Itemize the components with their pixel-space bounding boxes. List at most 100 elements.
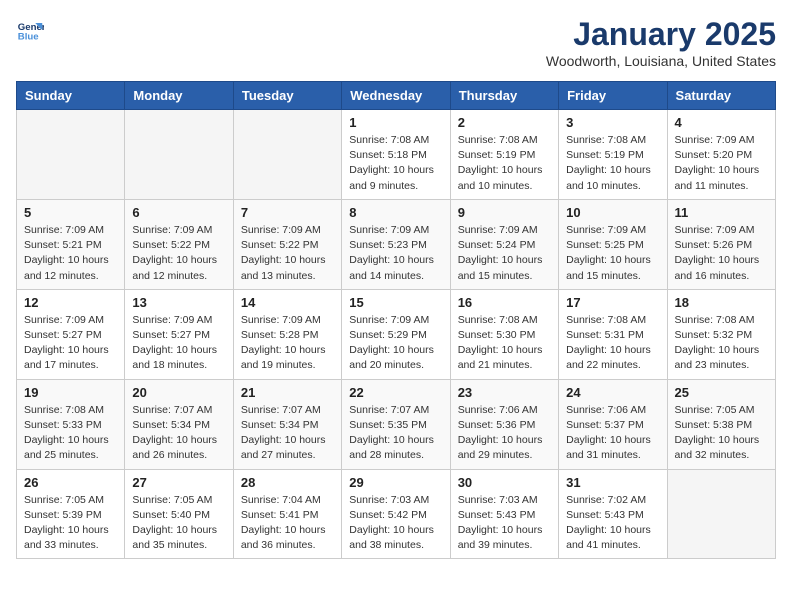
calendar-subtitle: Woodworth, Louisiana, United States [546,53,776,69]
logo: General Blue [16,16,44,44]
calendar-cell: 4 Sunrise: 7:09 AM Sunset: 5:20 PM Daylig… [667,110,775,200]
page-header: General Blue January 2025 Woodworth, Lou… [16,16,776,69]
calendar-cell: 16Sunrise: 7:08 AM Sunset: 5:30 PM Dayli… [450,289,558,379]
day-info: Sunrise: 7:04 AM Sunset: 5:41 PM Dayligh… [241,493,334,554]
day-info: Sunrise: 7:07 AM Sunset: 5:35 PM Dayligh… [349,403,442,464]
weekday-header: Saturday [667,82,775,110]
calendar-week-row: 1 Sunrise: 7:08 AM Sunset: 5:18 PM Daylig… [17,110,776,200]
day-number: 3 [566,115,659,130]
day-number: 5 [24,205,117,220]
day-info: Sunrise: 7:06 AM Sunset: 5:36 PM Dayligh… [458,403,551,464]
day-number: 7 [241,205,334,220]
day-number: 15 [349,295,442,310]
svg-text:Blue: Blue [18,32,39,43]
calendar-cell: 1 Sunrise: 7:08 AM Sunset: 5:18 PM Daylig… [342,110,450,200]
calendar-cell: 9Sunrise: 7:09 AM Sunset: 5:24 PM Daylig… [450,199,558,289]
day-number: 28 [241,475,334,490]
day-info: Sunrise: 7:09 AM Sunset: 5:21 PM Dayligh… [24,223,117,284]
day-info: Sunrise: 7:09 AM Sunset: 5:20 PM Dayligh… [675,133,768,194]
calendar-title: January 2025 [546,16,776,53]
day-info: Sunrise: 7:09 AM Sunset: 5:26 PM Dayligh… [675,223,768,284]
weekday-header: Monday [125,82,233,110]
day-number: 20 [132,385,225,400]
calendar-cell: 11 Sunrise: 7:09 AM Sunset: 5:26 PM Dayli… [667,199,775,289]
calendar-cell: 23 Sunrise: 7:06 AM Sunset: 5:36 PM Dayli… [450,379,558,469]
day-number: 23 [458,385,551,400]
calendar-cell: 28 Sunrise: 7:04 AM Sunset: 5:41 PM Dayli… [233,469,341,559]
calendar-cell: 12 Sunrise: 7:09 AM Sunset: 5:27 PM Dayli… [17,289,125,379]
calendar-cell [125,110,233,200]
day-info: Sunrise: 7:07 AM Sunset: 5:34 PM Dayligh… [241,403,334,464]
day-number: 21 [241,385,334,400]
day-info: Sunrise: 7:08 AM Sunset: 5:19 PM Dayligh… [458,133,551,194]
weekday-header-row: SundayMondayTuesdayWednesdayThursdayFrid… [17,82,776,110]
calendar-cell: 18Sunrise: 7:08 AM Sunset: 5:32 PM Dayli… [667,289,775,379]
day-info: Sunrise: 7:09 AM Sunset: 5:27 PM Dayligh… [132,313,225,374]
day-info: Sunrise: 7:09 AM Sunset: 5:29 PM Dayligh… [349,313,442,374]
weekday-header: Wednesday [342,82,450,110]
calendar-cell: 26 Sunrise: 7:05 AM Sunset: 5:39 PM Dayli… [17,469,125,559]
day-info: Sunrise: 7:08 AM Sunset: 5:19 PM Dayligh… [566,133,659,194]
calendar-table: SundayMondayTuesdayWednesdayThursdayFrid… [16,81,776,559]
day-number: 22 [349,385,442,400]
calendar-cell: 27Sunrise: 7:05 AM Sunset: 5:40 PM Dayli… [125,469,233,559]
day-number: 17 [566,295,659,310]
day-number: 19 [24,385,117,400]
calendar-cell: 24Sunrise: 7:06 AM Sunset: 5:37 PM Dayli… [559,379,667,469]
day-info: Sunrise: 7:02 AM Sunset: 5:43 PM Dayligh… [566,493,659,554]
calendar-cell: 19 Sunrise: 7:08 AM Sunset: 5:33 PM Dayli… [17,379,125,469]
day-info: Sunrise: 7:09 AM Sunset: 5:23 PM Dayligh… [349,223,442,284]
calendar-cell: 10Sunrise: 7:09 AM Sunset: 5:25 PM Dayli… [559,199,667,289]
day-number: 9 [458,205,551,220]
day-info: Sunrise: 7:09 AM Sunset: 5:22 PM Dayligh… [241,223,334,284]
day-info: Sunrise: 7:09 AM Sunset: 5:27 PM Dayligh… [24,313,117,374]
day-info: Sunrise: 7:08 AM Sunset: 5:33 PM Dayligh… [24,403,117,464]
weekday-header: Thursday [450,82,558,110]
calendar-cell: 7 Sunrise: 7:09 AM Sunset: 5:22 PM Daylig… [233,199,341,289]
calendar-cell [17,110,125,200]
day-number: 31 [566,475,659,490]
day-number: 8 [349,205,442,220]
day-number: 11 [675,205,768,220]
calendar-cell [667,469,775,559]
day-number: 2 [458,115,551,130]
calendar-cell: 29 Sunrise: 7:03 AM Sunset: 5:42 PM Dayli… [342,469,450,559]
day-info: Sunrise: 7:08 AM Sunset: 5:18 PM Dayligh… [349,133,442,194]
day-number: 1 [349,115,442,130]
day-info: Sunrise: 7:09 AM Sunset: 5:25 PM Dayligh… [566,223,659,284]
day-number: 12 [24,295,117,310]
day-info: Sunrise: 7:08 AM Sunset: 5:31 PM Dayligh… [566,313,659,374]
logo-icon: General Blue [16,16,44,44]
weekday-header: Friday [559,82,667,110]
day-info: Sunrise: 7:03 AM Sunset: 5:42 PM Dayligh… [349,493,442,554]
day-number: 24 [566,385,659,400]
title-block: January 2025 Woodworth, Louisiana, Unite… [546,16,776,69]
calendar-cell: 6 Sunrise: 7:09 AM Sunset: 5:22 PM Daylig… [125,199,233,289]
calendar-cell: 30Sunrise: 7:03 AM Sunset: 5:43 PM Dayli… [450,469,558,559]
calendar-week-row: 19 Sunrise: 7:08 AM Sunset: 5:33 PM Dayli… [17,379,776,469]
day-info: Sunrise: 7:05 AM Sunset: 5:39 PM Dayligh… [24,493,117,554]
calendar-cell: 17 Sunrise: 7:08 AM Sunset: 5:31 PM Dayli… [559,289,667,379]
calendar-cell: 2 Sunrise: 7:08 AM Sunset: 5:19 PM Daylig… [450,110,558,200]
day-number: 25 [675,385,768,400]
day-number: 30 [458,475,551,490]
day-info: Sunrise: 7:05 AM Sunset: 5:40 PM Dayligh… [132,493,225,554]
calendar-cell [233,110,341,200]
weekday-header: Sunday [17,82,125,110]
day-number: 29 [349,475,442,490]
day-number: 14 [241,295,334,310]
day-info: Sunrise: 7:09 AM Sunset: 5:28 PM Dayligh… [241,313,334,374]
calendar-cell: 22 Sunrise: 7:07 AM Sunset: 5:35 PM Dayli… [342,379,450,469]
day-number: 6 [132,205,225,220]
calendar-cell: 15 Sunrise: 7:09 AM Sunset: 5:29 PM Dayli… [342,289,450,379]
day-info: Sunrise: 7:09 AM Sunset: 5:22 PM Dayligh… [132,223,225,284]
day-number: 26 [24,475,117,490]
calendar-cell: 25Sunrise: 7:05 AM Sunset: 5:38 PM Dayli… [667,379,775,469]
calendar-cell: 8 Sunrise: 7:09 AM Sunset: 5:23 PM Daylig… [342,199,450,289]
day-number: 18 [675,295,768,310]
day-number: 4 [675,115,768,130]
calendar-cell: 5 Sunrise: 7:09 AM Sunset: 5:21 PM Daylig… [17,199,125,289]
calendar-cell: 21 Sunrise: 7:07 AM Sunset: 5:34 PM Dayli… [233,379,341,469]
calendar-cell: 31 Sunrise: 7:02 AM Sunset: 5:43 PM Dayli… [559,469,667,559]
calendar-week-row: 26 Sunrise: 7:05 AM Sunset: 5:39 PM Dayli… [17,469,776,559]
